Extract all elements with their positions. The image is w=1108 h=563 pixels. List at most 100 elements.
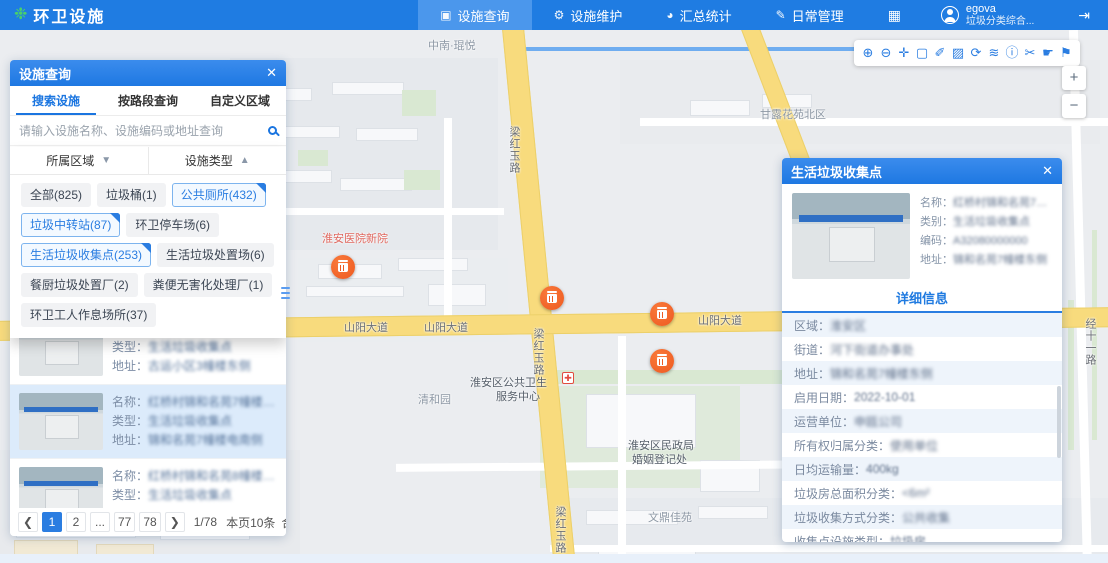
summary-field-value: A32080000000 [953,233,1028,249]
红桥村锦和名苑8幢楼电…[interactable]: 名称：红桥村锦和名苑8幢楼电… 类型：生活垃圾收集点 地址： [10,458,286,510]
road-minor [618,336,626,563]
layers-icon[interactable]: ≋ [985,40,1003,66]
summary-field-label: 编码： [920,233,953,249]
facility-photo-large [792,193,910,279]
map-green [402,90,436,116]
top-navbar: ❉ 环卫设施 ▣ 设施查询 ⚙ 设施维护 ◕ 汇总统计 ✎ 日常管理 ▦ [0,0,1108,30]
type-chips: 全部(825)垃圾桶(1)公共厕所(432) 垃圾中转站(87)环卫停车场(6) 生… [10,175,286,338]
polygon-select-icon[interactable]: ▨ [949,40,967,66]
field-label: 名称： [112,467,148,486]
nav-item-facility-query[interactable]: ▣ 设施查询 [418,0,531,30]
user-org: 垃圾分类综合... [966,16,1034,28]
clip-icon[interactable]: ✂ [1021,40,1039,66]
nav-item-icon: ⚙ [554,8,565,22]
scrollbar-thumb[interactable] [1057,386,1061,458]
page-indicator: 1/78 [194,515,217,529]
brand-logo-icon: ❉ [14,7,27,23]
facility-marker[interactable] [331,255,355,279]
chip-worker-rest-place[interactable]: 环卫工人作息场所(37) [21,303,156,327]
summary-field-label: 名称： [920,195,953,211]
facility-type: 生活垃圾收集点 [148,486,232,505]
chip-household-collection-point[interactable]: 生活垃圾收集点(253) [21,243,151,267]
next-page-button[interactable]: ❯ [165,512,185,532]
region-filter-label: 所属区域 [46,152,94,169]
detail-row: 区域： 淮安区 [782,313,1062,337]
detail-row-value: 河下街道办事处 [830,341,914,358]
detail-row-label: 收集点设施类型： [794,533,890,543]
close-icon[interactable]: ✕ [1042,163,1053,179]
map-label: 文鼎佳苑 [648,509,692,525]
tab-custom-area[interactable]: 自定义区域 [194,86,286,115]
hand-icon[interactable]: ☛ [1039,40,1057,66]
detail-panel-header: 生活垃圾收集点 ✕ [782,158,1062,184]
facility-photo [19,393,103,450]
tab-search-facility[interactable]: 搜索设施 [10,86,102,115]
detail-row-label: 所有权归属分类： [794,437,890,454]
facility-marker[interactable] [540,286,564,310]
summary-field: 编码： A32080000000 [920,233,1052,249]
full-extent-icon[interactable]: ▢ [913,40,931,66]
nav-item-summary-statistics[interactable]: ◕ 汇总统计 [644,0,753,30]
map-label: 山阳大道 [424,319,468,335]
chip-kitchen-waste-plant[interactable]: 餐厨垃圾处置厂(2) [21,273,138,297]
map-building [690,100,750,116]
detail-row-label: 垃圾房总面积分类： [794,485,902,502]
chip-feces-treatment-plant[interactable]: 粪便无害化处理厂(1) [144,273,273,297]
nav-item-facility-maintenance[interactable]: ⚙ 设施维护 [532,0,645,30]
detail-row: 日均运输量： 400kg [782,457,1062,481]
measure-icon[interactable]: ✐ [931,40,949,66]
page-77[interactable]: 77 [114,512,135,532]
chip-public-toilet[interactable]: 公共厕所(432) [172,183,266,207]
nav-item-label: 日常管理 [792,6,844,25]
info-icon[interactable]: ⓘ [1003,40,1021,66]
chip-household-disposal-site[interactable]: 生活垃圾处置场(6) [157,243,274,267]
summary-field-value: 红桥村锦和名苑7幢楼东侧01垃圾收… [953,195,1052,211]
prev-page-button[interactable]: ❮ [18,512,38,532]
logout-icon[interactable]: ⇥ [1052,7,1108,24]
zoom-out-icon[interactable]: ⊖ [877,40,895,66]
refresh-icon[interactable]: ⟳ [967,40,985,66]
facility-marker[interactable] [650,302,674,326]
pan-icon[interactable]: ✛ [895,40,913,66]
facility-marker[interactable] [650,349,674,373]
map-label: 梁红玉路 [552,506,568,554]
zoom-in-icon[interactable]: ⊕ [859,40,877,66]
map-label: ✚ [562,372,574,384]
map-building [340,178,412,191]
region-filter[interactable]: 所属区域 ▼ [10,147,149,174]
detail-panel-title: 生活垃圾收集点 [791,162,882,181]
nav-item-icon: ▣ [440,8,451,22]
map-building [306,286,404,297]
map-zoom-out-button[interactable]: − [1062,94,1086,118]
field-label: 类型： [112,412,148,431]
page-78[interactable]: 78 [139,512,160,532]
trash-bin-icon [657,357,667,366]
close-icon[interactable]: ✕ [266,65,277,81]
road-minor [550,545,1108,552]
map-zoom-in-button[interactable]: + [1062,66,1086,90]
detail-row: 运营单位： 申瓯公司 [782,409,1062,433]
chip-trash-bin[interactable]: 垃圾桶(1) [97,183,166,207]
红桥村锦和名苑7幢楼电…[interactable]: 名称：红桥村锦和名苑7幢楼电… 类型：生活垃圾收集点 地址：锦和名苑7幢楼电南侧 [10,384,286,458]
type-filter[interactable]: 设施类型 ▲ [149,147,287,174]
chip-sanitation-parking[interactable]: 环卫停车场(6) [126,213,219,237]
detail-row-value: 锦和名苑7幢楼东侧 [830,365,933,382]
chip-transfer-station[interactable]: 垃圾中转站(87) [21,213,120,237]
tab-query-by-road[interactable]: 按路段查询 [102,86,194,115]
panel-collapse-handle[interactable] [281,287,290,299]
map-building [356,128,418,141]
apps-grid-icon[interactable]: ▦ [866,7,923,24]
search-input[interactable] [19,124,262,138]
user-menu[interactable]: egova 垃圾分类综合... [923,3,1052,27]
chip-all[interactable]: 全部(825) [21,183,91,207]
pin-icon[interactable]: ⚑ [1057,40,1075,66]
page-ellipsis[interactable]: ... [90,512,110,532]
search-icon[interactable] [268,126,277,135]
page-1[interactable]: 1 [42,512,62,532]
filter-header: 所属区域 ▼ 设施类型 ▲ [10,147,286,175]
road-minor [444,118,452,318]
nav-item-daily-management[interactable]: ✎ 日常管理 [754,0,866,30]
detail-row-value: <6m² [902,486,930,500]
page-2[interactable]: 2 [66,512,86,532]
map-label: 清和园 [418,391,451,407]
